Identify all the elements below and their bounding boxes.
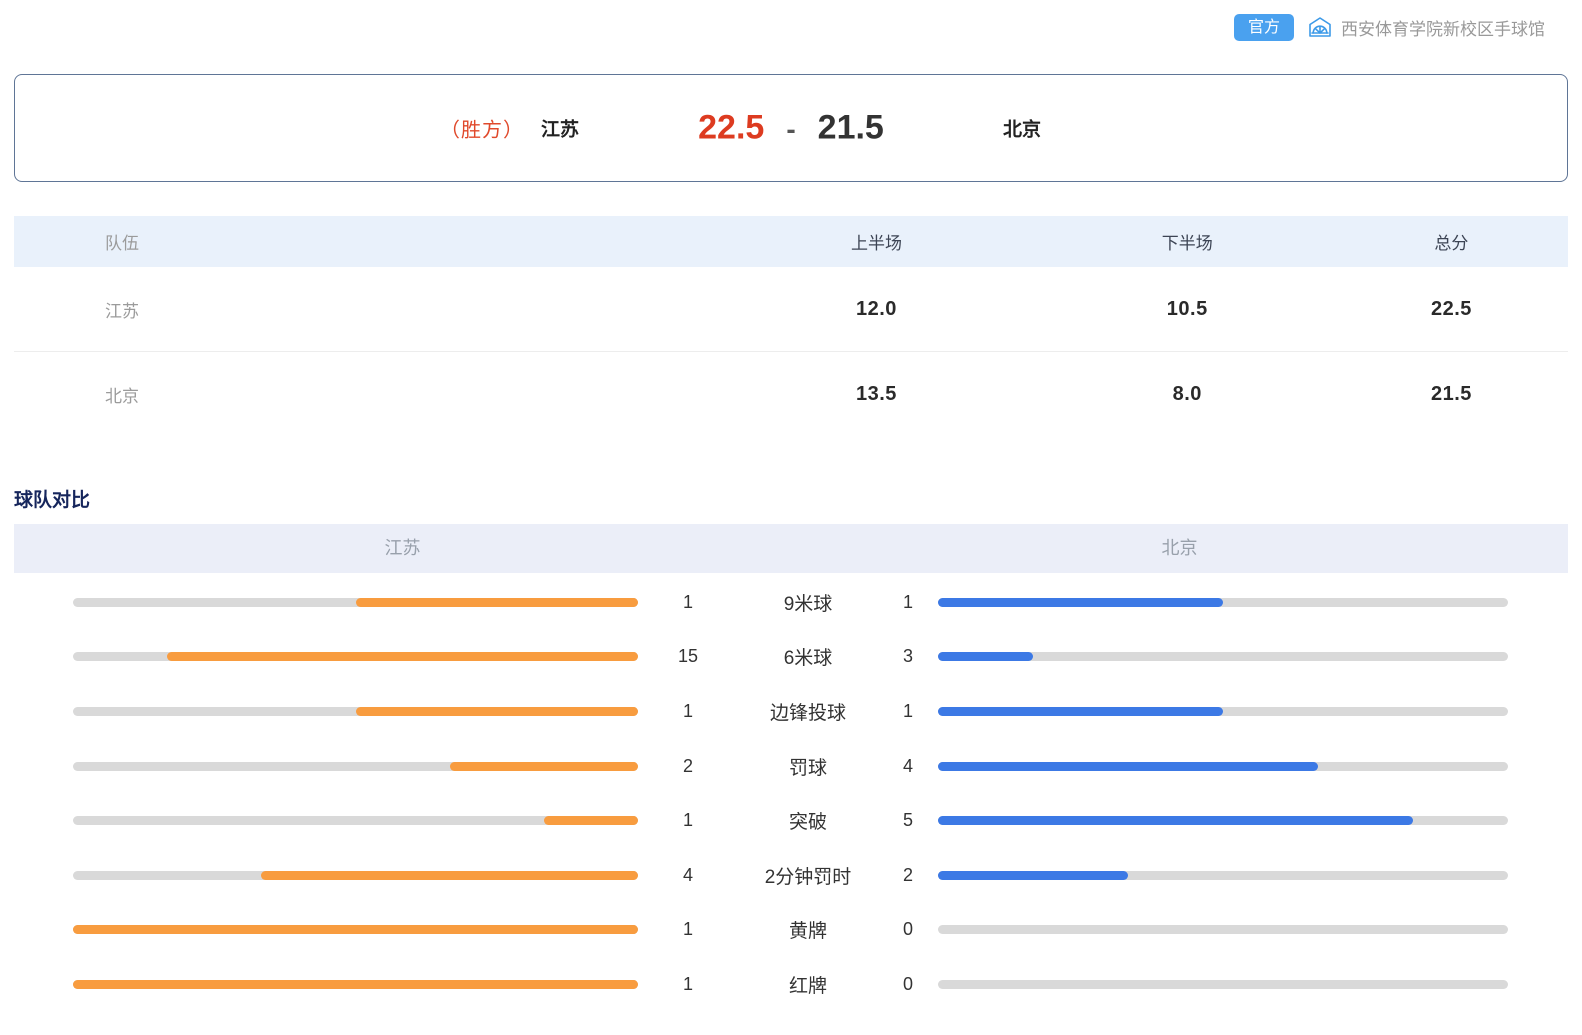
- table-cell-team: 江苏: [14, 297, 713, 322]
- stat-row: 4 2分钟罚时 2: [14, 848, 1568, 903]
- stat-label: 2分钟罚时: [738, 862, 878, 889]
- left-team-bar-fill: [261, 871, 638, 880]
- left-team-bar: [73, 598, 638, 607]
- table-cell-team: 北京: [14, 382, 713, 407]
- stat-right-value: 5: [878, 810, 938, 831]
- stat-label: 红牌: [738, 971, 878, 998]
- stat-row: 1 红牌 0: [14, 957, 1568, 1012]
- score-card: （胜方） 江苏 22.5 - 21.5 北京: [14, 74, 1568, 182]
- col-header-second-half: 下半场: [1040, 229, 1335, 254]
- left-team-bar: [73, 980, 638, 989]
- stat-left-value: 1: [638, 974, 738, 995]
- left-team-bar: [73, 871, 638, 880]
- comparison-rows: 1 9米球 1 15 6米球 3 1 边锋投球 1 2 罚球 4 1 突破 5 …: [14, 575, 1568, 1012]
- right-team-bar-fill: [938, 652, 1033, 661]
- halves-table: 队伍 上半场 下半场 总分 江苏 12.0 10.5 22.5 北京 13.5 …: [14, 216, 1568, 436]
- comparison-header: 江苏 北京: [14, 524, 1568, 573]
- table-cell-total: 22.5: [1335, 298, 1568, 321]
- venue-name: 西安体育学院新校区手球馆: [1341, 15, 1545, 40]
- left-team-bar-fill: [356, 598, 639, 607]
- left-team-bar: [73, 707, 638, 716]
- stat-left-value: 1: [638, 810, 738, 831]
- comparison-title: 球队对比: [14, 490, 1582, 511]
- home-score: 22.5: [698, 109, 764, 148]
- right-team-bar-fill: [938, 762, 1318, 771]
- right-team-bar: [938, 598, 1508, 607]
- stat-left-value: 1: [638, 592, 738, 613]
- table-cell-first-half: 13.5: [713, 383, 1039, 406]
- stat-left-value: 1: [638, 701, 738, 722]
- stat-right-value: 3: [878, 646, 938, 667]
- table-cell-second-half: 10.5: [1040, 298, 1335, 321]
- table-cell-second-half: 8.0: [1040, 383, 1335, 406]
- stadium-icon: [1307, 15, 1333, 39]
- col-header-first-half: 上半场: [713, 229, 1039, 254]
- right-team-bar: [938, 707, 1508, 716]
- stat-label: 9米球: [738, 589, 878, 616]
- right-team-bar: [938, 762, 1508, 771]
- stat-row: 15 6米球 3: [14, 630, 1568, 685]
- right-team-bar: [938, 871, 1508, 880]
- stat-left-value: 1: [638, 919, 738, 940]
- match-result-page: 官方 西安体育学院新校区手球馆 （胜方） 江苏 22.5 - 21.5 北京: [0, 0, 1582, 1035]
- col-header-total: 总分: [1335, 229, 1568, 254]
- stat-row: 1 黄牌 0: [14, 903, 1568, 958]
- table-cell-first-half: 12.0: [713, 298, 1039, 321]
- stat-right-value: 1: [878, 701, 938, 722]
- right-team-bar: [938, 925, 1508, 934]
- table-row: 北京 13.5 8.0 21.5: [14, 352, 1568, 436]
- comparison-right-team: 北京: [791, 524, 1568, 573]
- stat-label: 边锋投球: [738, 698, 878, 725]
- stat-label: 突破: [738, 807, 878, 834]
- left-team-bar: [73, 816, 638, 825]
- score-separator: -: [786, 114, 795, 146]
- away-score: 21.5: [818, 109, 884, 148]
- stat-right-value: 0: [878, 919, 938, 940]
- stat-left-value: 4: [638, 865, 738, 886]
- left-team-bar-fill: [167, 652, 638, 661]
- stat-right-value: 0: [878, 974, 938, 995]
- right-team-bar-fill: [938, 816, 1413, 825]
- right-team-bar-fill: [938, 707, 1223, 716]
- col-header-team: 队伍: [14, 229, 713, 254]
- stat-left-value: 2: [638, 756, 738, 777]
- away-team-name: 北京: [1003, 115, 1041, 142]
- halves-table-header: 队伍 上半场 下半场 总分: [14, 216, 1568, 267]
- stat-row: 1 突破 5: [14, 793, 1568, 848]
- left-team-bar: [73, 652, 638, 661]
- right-team-bar-fill: [938, 598, 1223, 607]
- stat-label: 黄牌: [738, 916, 878, 943]
- stat-label: 罚球: [738, 753, 878, 780]
- table-row: 江苏 12.0 10.5 22.5: [14, 267, 1568, 352]
- left-team-bar-fill: [73, 925, 638, 934]
- left-team-bar: [73, 925, 638, 934]
- stat-right-value: 4: [878, 756, 938, 777]
- topbar: 官方 西安体育学院新校区手球馆: [0, 0, 1582, 42]
- right-team-bar: [938, 980, 1508, 989]
- right-team-bar: [938, 816, 1508, 825]
- stat-right-value: 1: [878, 592, 938, 613]
- right-team-bar-fill: [938, 871, 1128, 880]
- left-team-bar-fill: [73, 980, 638, 989]
- left-team-bar-fill: [544, 816, 638, 825]
- left-team-bar: [73, 762, 638, 771]
- venue: 西安体育学院新校区手球馆: [1307, 15, 1545, 40]
- comparison-left-team: 江苏: [14, 524, 791, 573]
- table-cell-total: 21.5: [1335, 383, 1568, 406]
- winner-label: （胜方）: [440, 114, 524, 143]
- official-badge: 官方: [1234, 14, 1294, 41]
- halves-table-body: 江苏 12.0 10.5 22.5 北京 13.5 8.0 21.5: [14, 267, 1568, 436]
- stat-left-value: 15: [638, 646, 738, 667]
- stat-label: 6米球: [738, 643, 878, 670]
- home-team-name: 江苏: [541, 115, 579, 142]
- left-team-bar-fill: [356, 707, 639, 716]
- left-team-bar-fill: [450, 762, 638, 771]
- winner-group: （胜方） 江苏: [440, 114, 579, 143]
- stat-row: 2 罚球 4: [14, 739, 1568, 794]
- stat-row: 1 9米球 1: [14, 575, 1568, 630]
- stat-row: 1 边锋投球 1: [14, 684, 1568, 739]
- right-team-bar: [938, 652, 1508, 661]
- score-group: 22.5 - 21.5: [698, 109, 884, 148]
- stat-right-value: 2: [878, 865, 938, 886]
